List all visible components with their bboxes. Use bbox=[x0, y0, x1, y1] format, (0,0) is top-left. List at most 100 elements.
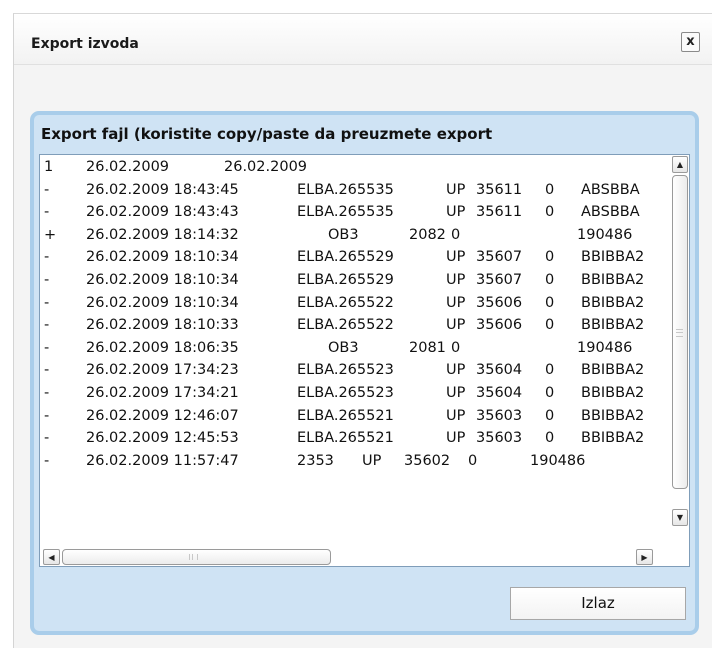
export-cell: 0 bbox=[545, 271, 555, 288]
horizontal-scroll-thumb[interactable] bbox=[62, 549, 331, 565]
export-cell: 190486 bbox=[530, 452, 586, 469]
scroll-left-button[interactable]: ◀ bbox=[43, 549, 60, 565]
arrow-right-icon: ▶ bbox=[641, 553, 648, 562]
export-cell: 26.02.2009 bbox=[86, 159, 170, 175]
vertical-scroll-thumb[interactable] bbox=[672, 175, 688, 489]
export-cell: 35603 bbox=[476, 430, 523, 447]
export-cell: 35602 bbox=[404, 452, 451, 469]
export-cell: UP bbox=[446, 362, 466, 379]
export-cell: 26.02.2009 17:34:23 bbox=[86, 362, 239, 379]
arrow-up-icon: ▲ bbox=[676, 160, 684, 169]
export-cell: 26.02.2009 12:45:53 bbox=[86, 430, 239, 447]
export-cell: 26.02.2009 18:10:34 bbox=[86, 249, 239, 266]
export-cell: 35606 bbox=[476, 317, 523, 334]
grip-icon bbox=[189, 554, 198, 560]
export-cell: 2082 bbox=[409, 226, 446, 243]
export-cell: UP bbox=[362, 452, 382, 469]
export-line: - 26.02.2009 18:43:43 ELBA.265535 UP 35611 0 A… bbox=[40, 201, 672, 224]
export-cell: ELBA.265521 bbox=[297, 430, 394, 447]
export-cell: ABSBBA bbox=[581, 181, 640, 198]
export-cell: 35604 bbox=[476, 362, 523, 379]
export-cell: ELBA.265535 bbox=[297, 181, 394, 198]
export-cell: 26.02.2009 11:57:47 bbox=[86, 452, 239, 469]
export-cell: ELBA.265529 bbox=[297, 249, 394, 266]
export-cell: 26.02.2009 18:43:45 bbox=[86, 181, 239, 198]
export-cell: 190486 bbox=[577, 226, 633, 243]
export-cell: BBIBBA2 bbox=[581, 317, 645, 334]
export-line: 1 26.02.2009 26.02.2009 bbox=[40, 156, 672, 179]
export-cell: UP bbox=[446, 407, 466, 424]
export-cell: 190486 bbox=[577, 339, 633, 356]
export-cell: - bbox=[44, 294, 50, 311]
arrow-left-icon: ◀ bbox=[48, 553, 55, 562]
export-line: - 26.02.2009 18:10:34 ELBA.265522 UP 35606 0 B… bbox=[40, 292, 672, 315]
export-cell: OB3 bbox=[328, 226, 359, 243]
horizontal-scrollbar[interactable]: ◀ ▶ bbox=[40, 548, 671, 566]
export-cell: 0 bbox=[451, 226, 461, 243]
export-cell: 0 bbox=[545, 294, 555, 311]
exit-button[interactable]: Izlaz bbox=[510, 587, 686, 620]
export-cell: 35606 bbox=[476, 294, 523, 311]
export-cell: 26.02.2009 18:10:34 bbox=[86, 271, 239, 288]
export-cell: 26.02.2009 18:43:43 bbox=[86, 204, 239, 221]
vertical-scrollbar[interactable]: ▲ ▼ bbox=[671, 155, 689, 549]
export-cell: - bbox=[44, 407, 50, 424]
export-cell: UP bbox=[446, 204, 466, 221]
export-cell: 26.02.2009 18:06:35 bbox=[86, 339, 239, 356]
scroll-right-button[interactable]: ▶ bbox=[636, 549, 653, 565]
export-cell: BBIBBA2 bbox=[581, 407, 645, 424]
export-line: - 26.02.2009 18:10:34 ELBA.265529 UP 35607 0 B… bbox=[40, 246, 672, 269]
export-line: - 26.02.2009 17:34:21 ELBA.265523 UP 35604 0 B… bbox=[40, 382, 672, 405]
export-cell: 26.02.2009 17:34:21 bbox=[86, 384, 239, 401]
export-cell: 26.02.2009 12:46:07 bbox=[86, 407, 239, 424]
export-cell: ELBA.265522 bbox=[297, 294, 394, 311]
export-line: - 26.02.2009 11:57:47 2353 UP 35602 0 190486 bbox=[40, 450, 672, 473]
export-cell: ELBA.265523 bbox=[297, 384, 394, 401]
export-cell: 26.02.2009 bbox=[224, 159, 308, 175]
export-cell: BBIBBA2 bbox=[581, 384, 645, 401]
export-cell: 35611 bbox=[476, 181, 523, 198]
export-cell: ELBA.265521 bbox=[297, 407, 394, 424]
export-cell: UP bbox=[446, 294, 466, 311]
export-cell: 35607 bbox=[476, 271, 523, 288]
export-cell: 0 bbox=[545, 181, 555, 198]
export-cell: - bbox=[44, 317, 50, 334]
export-cell: UP bbox=[446, 317, 466, 334]
export-cell: BBIBBA2 bbox=[581, 271, 645, 288]
export-dialog: Export izvoda x Export fajl (koristite c… bbox=[13, 13, 712, 648]
export-line: - 26.02.2009 12:46:07 ELBA.265521 UP 35603 0 B… bbox=[40, 405, 672, 428]
export-cell: ELBA.265522 bbox=[297, 317, 394, 334]
export-line: - 26.02.2009 18:10:34 ELBA.265529 UP 35607 0 B… bbox=[40, 269, 672, 292]
export-cell: + bbox=[44, 226, 57, 243]
scroll-up-button[interactable]: ▲ bbox=[672, 156, 688, 173]
export-cell: - bbox=[44, 339, 50, 356]
export-cell: - bbox=[44, 271, 50, 288]
export-cell: BBIBBA2 bbox=[581, 430, 645, 447]
export-textarea[interactable]: 1 26.02.2009 26.02.2009 - 26.02.2009 18:43:4… bbox=[39, 154, 690, 567]
export-content[interactable]: 1 26.02.2009 26.02.2009 - 26.02.2009 18:43:4… bbox=[40, 156, 672, 531]
export-cell: 26.02.2009 18:10:33 bbox=[86, 317, 239, 334]
export-cell: ELBA.265523 bbox=[297, 362, 394, 379]
export-line: - 26.02.2009 12:45:53 ELBA.265521 UP 35603 0 B… bbox=[40, 427, 672, 450]
export-cell: - bbox=[44, 430, 50, 447]
export-line: - 26.02.2009 18:43:45 ELBA.265535 UP 35611 0 A… bbox=[40, 179, 672, 202]
export-cell: BBIBBA2 bbox=[581, 294, 645, 311]
export-cell: BBIBBA2 bbox=[581, 249, 645, 266]
export-cell: 0 bbox=[545, 249, 555, 266]
export-cell: 0 bbox=[545, 407, 555, 424]
export-cell: OB3 bbox=[328, 339, 359, 356]
export-cell: 26.02.2009 18:14:32 bbox=[86, 226, 239, 243]
export-cell: 0 bbox=[545, 317, 555, 334]
panel-title: Export fajl (koristite copy/paste da pre… bbox=[41, 125, 493, 143]
close-button[interactable]: x bbox=[681, 32, 700, 52]
export-cell: UP bbox=[446, 271, 466, 288]
export-panel: Export fajl (koristite copy/paste da pre… bbox=[30, 111, 699, 635]
export-line: - 26.02.2009 18:10:33 ELBA.265522 UP 35606 0 B… bbox=[40, 314, 672, 337]
dialog-title: Export izvoda bbox=[31, 36, 139, 52]
export-cell: 0 bbox=[545, 362, 555, 379]
scroll-down-button[interactable]: ▼ bbox=[672, 509, 688, 526]
export-cell: 35604 bbox=[476, 384, 523, 401]
grip-icon bbox=[676, 329, 683, 337]
export-cell: UP bbox=[446, 430, 466, 447]
export-cell: 35603 bbox=[476, 407, 523, 424]
